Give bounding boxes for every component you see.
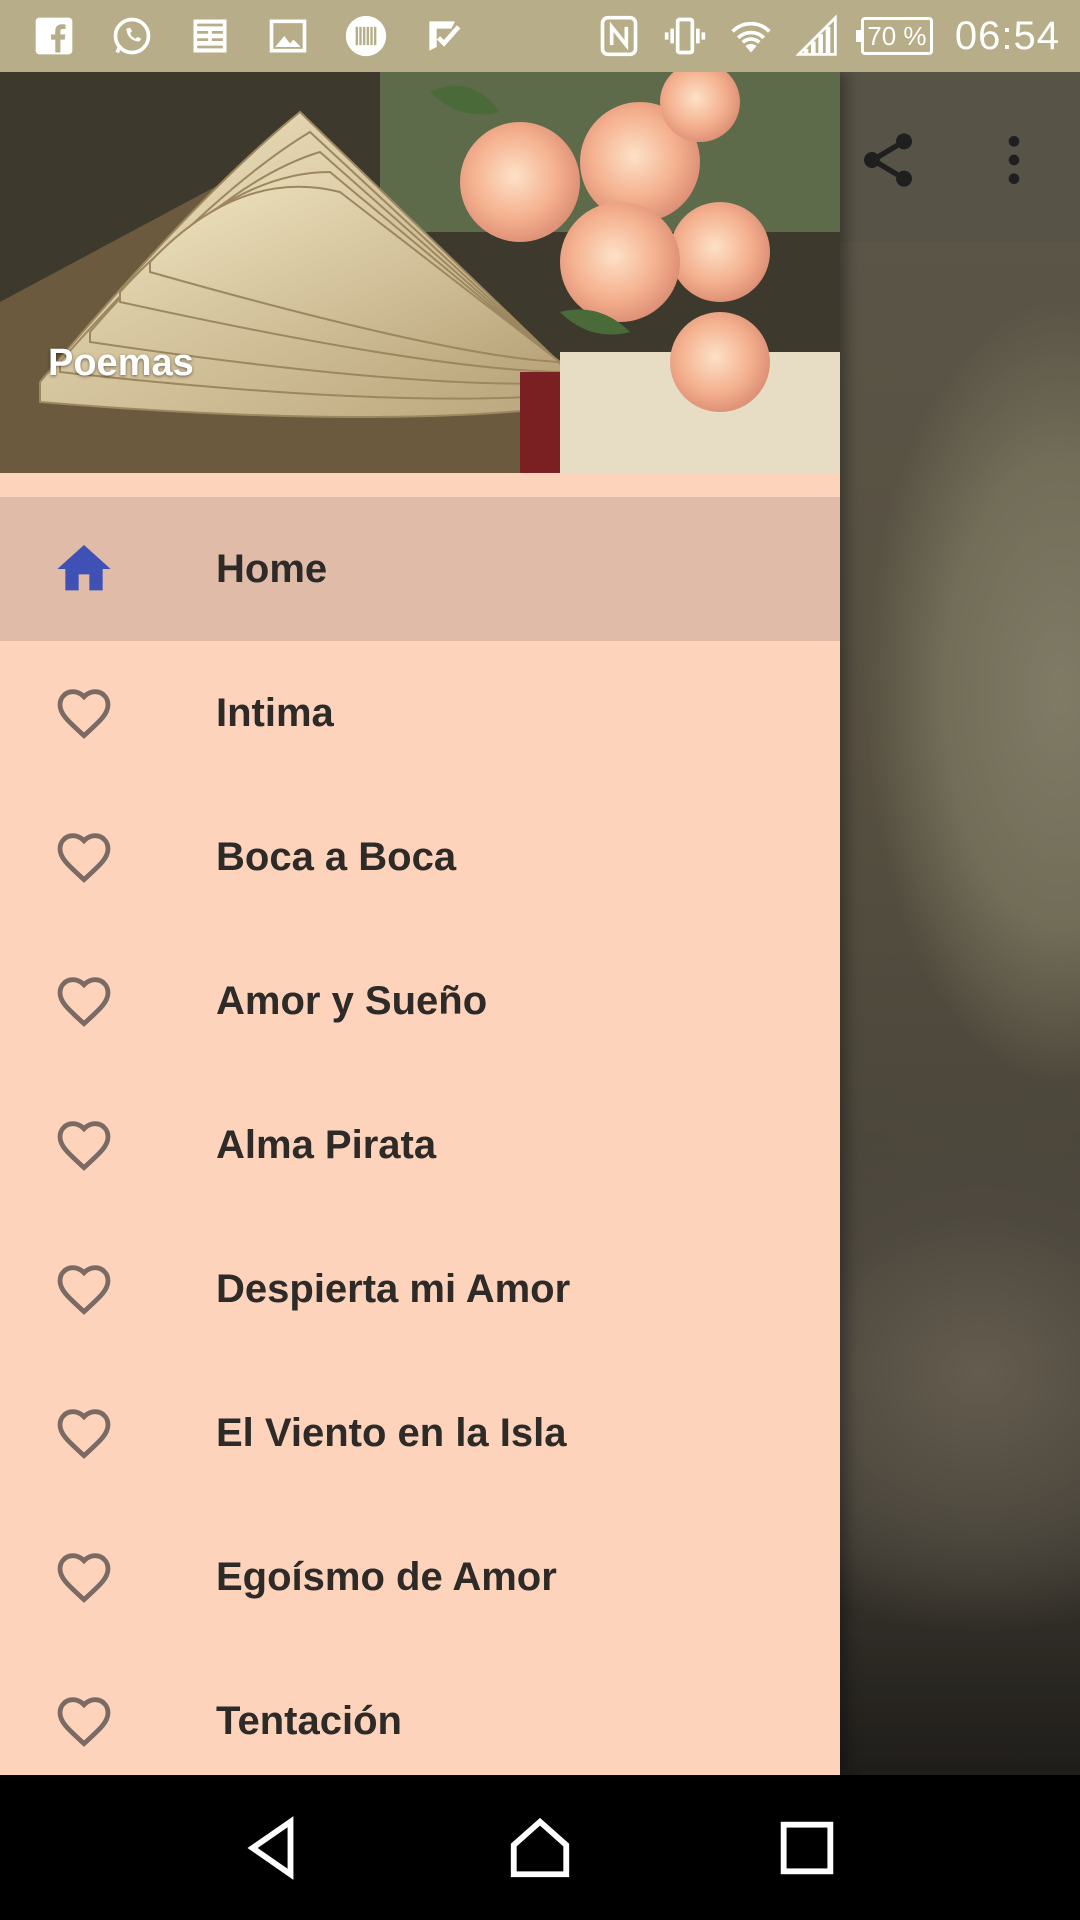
menu-item-despierta-mi-amor[interactable]: Despierta mi Amor bbox=[0, 1217, 840, 1361]
recents-icon[interactable] bbox=[762, 1803, 852, 1893]
news-icon bbox=[188, 14, 232, 58]
gallery-icon bbox=[266, 14, 310, 58]
drawer-title: Poemas bbox=[48, 342, 194, 384]
menu-item-label: El Viento en la Isla bbox=[216, 1410, 567, 1455]
menu-item-alma-pirata[interactable]: Alma Pirata bbox=[0, 1073, 840, 1217]
menu-item-home[interactable]: Home bbox=[0, 497, 840, 641]
menu-item-intima[interactable]: Intima bbox=[0, 641, 840, 785]
barcode-icon bbox=[344, 14, 388, 58]
system-nav-bar bbox=[0, 1775, 1080, 1920]
heart-icon bbox=[52, 681, 116, 745]
notification-icons bbox=[32, 14, 466, 58]
menu-item-label: Tentación bbox=[216, 1698, 402, 1743]
back-icon[interactable] bbox=[228, 1803, 318, 1893]
drawer-header: Poemas bbox=[0, 72, 840, 473]
heart-icon bbox=[52, 825, 116, 889]
check-icon bbox=[422, 14, 466, 58]
menu-item-boca-a-boca[interactable]: Boca a Boca bbox=[0, 785, 840, 929]
heart-icon bbox=[52, 1113, 116, 1177]
header-image bbox=[0, 72, 840, 473]
navigation-drawer: Poemas Home Intima Boca a Boca Amor y Su… bbox=[0, 72, 840, 1775]
menu-item-label: Alma Pirata bbox=[216, 1122, 437, 1167]
heart-icon bbox=[52, 969, 116, 1033]
home-nav-icon[interactable] bbox=[495, 1803, 585, 1893]
heart-icon bbox=[52, 1545, 116, 1609]
heart-icon bbox=[52, 1257, 116, 1321]
facebook-icon bbox=[32, 14, 76, 58]
clock: 06:54 bbox=[954, 13, 1060, 58]
heart-icon bbox=[52, 1689, 116, 1753]
menu-item-el-viento-en-la-isla[interactable]: El Viento en la Isla bbox=[0, 1361, 840, 1505]
heart-icon bbox=[52, 1401, 116, 1465]
vibrate-icon bbox=[663, 14, 707, 58]
menu-item-label: Amor y Sueño bbox=[216, 978, 488, 1023]
menu-item-tentacion[interactable]: Tentación bbox=[0, 1649, 840, 1775]
status-bar: 70 % 06:54 bbox=[0, 0, 1080, 72]
menu-item-amor-y-sueno[interactable]: Amor y Sueño bbox=[0, 929, 840, 1073]
whatsapp-icon bbox=[110, 14, 154, 58]
wifi-icon bbox=[729, 14, 773, 58]
menu-item-label: Egoísmo de Amor bbox=[216, 1554, 557, 1599]
menu-item-label: Boca a Boca bbox=[216, 834, 457, 879]
home-icon bbox=[52, 537, 116, 601]
menu-item-label: Intima bbox=[216, 690, 334, 735]
system-icons: 70 % 06:54 bbox=[597, 14, 1060, 59]
menu-item-label: Despierta mi Amor bbox=[216, 1266, 571, 1311]
signal-icon bbox=[795, 14, 839, 58]
drawer-menu: Home Intima Boca a Boca Amor y Sueño Alm… bbox=[0, 497, 840, 1775]
menu-item-egoismo-de-amor[interactable]: Egoísmo de Amor bbox=[0, 1505, 840, 1649]
battery-indicator: 70 % bbox=[855, 17, 933, 55]
menu-item-label: Home bbox=[216, 546, 328, 591]
nfc-icon bbox=[597, 14, 641, 58]
